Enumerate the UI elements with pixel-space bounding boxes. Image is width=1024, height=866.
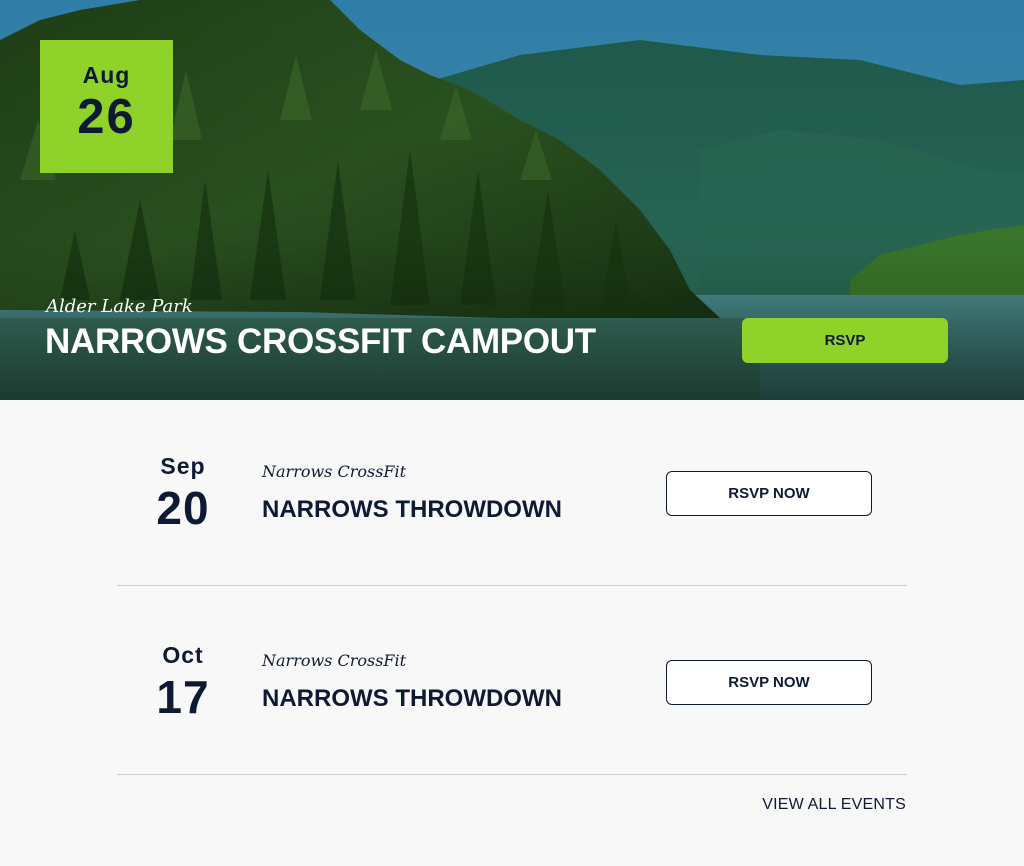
event-day: 17	[156, 671, 210, 723]
divider	[117, 585, 907, 586]
event-month: Oct	[162, 642, 204, 668]
featured-venue: Alder Lake Park	[46, 296, 193, 317]
featured-month: Aug	[82, 62, 131, 88]
event-row: Sep 20 Narrows CrossFit NARROWS THROWDOW…	[117, 400, 907, 586]
event-venue: Narrows CrossFit	[262, 651, 407, 670]
divider	[117, 774, 907, 775]
event-row: Oct 17 Narrows CrossFit NARROWS THROWDOW…	[117, 589, 907, 775]
event-day: 20	[156, 482, 210, 534]
event-title[interactable]: NARROWS THROWDOWN	[262, 495, 562, 525]
event-venue: Narrows CrossFit	[262, 462, 407, 481]
featured-event-title[interactable]: NARROWS CROSSFIT CAMPOUT	[45, 320, 596, 364]
featured-rsvp-button[interactable]: RSVP	[742, 318, 948, 363]
event-month: Sep	[160, 453, 206, 479]
featured-date-badge: Aug 26	[40, 40, 173, 173]
featured-day: 26	[77, 90, 136, 144]
featured-event-hero: Aug 26 Alder Lake Park NARROWS CROSSFIT …	[0, 0, 1024, 400]
rsvp-now-button[interactable]: RSVP NOW	[666, 471, 872, 516]
rsvp-now-button[interactable]: RSVP NOW	[666, 660, 872, 705]
view-all-events-link[interactable]: VIEW ALL EVENTS	[762, 795, 906, 815]
event-title[interactable]: NARROWS THROWDOWN	[262, 684, 562, 714]
